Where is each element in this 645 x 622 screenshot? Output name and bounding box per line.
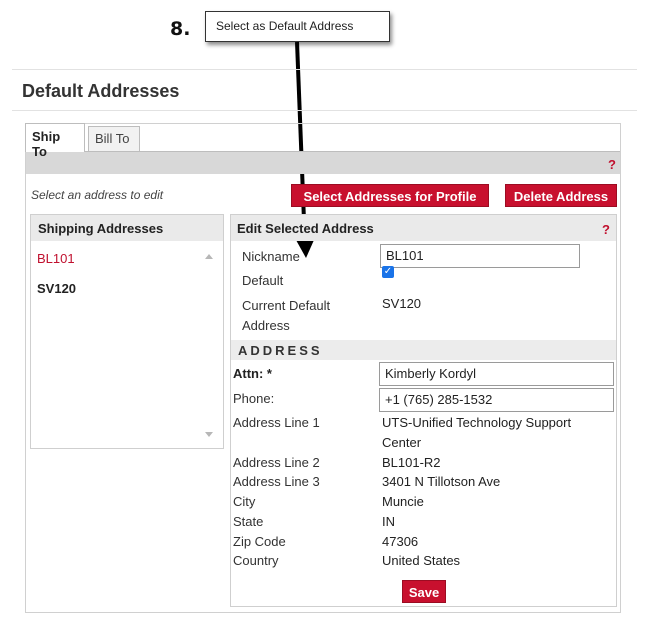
default-label: Default [242,273,284,288]
shipping-addresses-header: Shipping Addresses [31,215,223,241]
shipping-item-bl101[interactable]: BL101 [37,251,75,266]
city-label: City [233,494,256,509]
phone-label: Phone: [233,391,275,406]
tab-ship-to[interactable]: Ship To [25,123,85,159]
save-button[interactable]: Save [402,580,446,603]
attn-label: Attn: * [233,366,272,381]
address-line1-label: Address Line 1 [233,415,320,430]
edit-hint: Select an address to edit [31,188,164,202]
attn-input[interactable]: Kimberly Kordyl [379,362,614,386]
nickname-input[interactable]: BL101 [380,244,580,268]
current-default-label-2: Address [242,318,290,333]
current-default-value: SV120 [382,296,422,311]
address-line2-value: BL101-R2 [382,455,441,470]
edit-address-header: Edit Selected Address [231,215,616,241]
address-line2-label: Address Line 2 [233,455,320,470]
address-line3-value: 3401 N Tillotson Ave [382,474,501,489]
divider-top [12,69,637,70]
panel-help-icon[interactable]: ? [608,157,616,172]
state-label: State [233,514,264,529]
page-title: Default Addresses [22,81,180,101]
address-line1-value: UTS-Unified Technology Support [382,415,572,430]
city-value: Muncie [382,494,424,509]
delete-address-button[interactable]: Delete Address [505,184,617,207]
zip-label: Zip Code [233,534,286,549]
country-value: United States [382,553,461,568]
scroll-down-arrow-icon[interactable] [205,432,213,437]
scroll-up-arrow-icon[interactable] [205,254,213,259]
shipping-addresses-list [30,214,224,449]
phone-input[interactable]: +1 (765) 285-1532 [379,388,614,412]
edit-help-icon[interactable]: ? [602,222,610,237]
zip-value: 47306 [382,534,419,549]
default-checkbox[interactable]: ✓ [382,266,394,278]
tab-bill-to[interactable]: Bill To [88,126,140,151]
divider-title [12,110,637,111]
address-line3-label: Address Line 3 [233,474,320,489]
panel-toolbar [26,151,620,174]
current-default-label: Current Default [242,298,331,313]
state-value: IN [382,514,395,529]
country-label: Country [233,553,279,568]
address-section-header: ADDRESS [231,340,616,360]
select-addresses-for-profile-button[interactable]: Select Addresses for Profile [291,184,489,207]
address-line1-value-2: Center [382,435,422,450]
shipping-item-sv120[interactable]: SV120 [37,281,76,296]
nickname-label: Nickname [242,249,300,264]
